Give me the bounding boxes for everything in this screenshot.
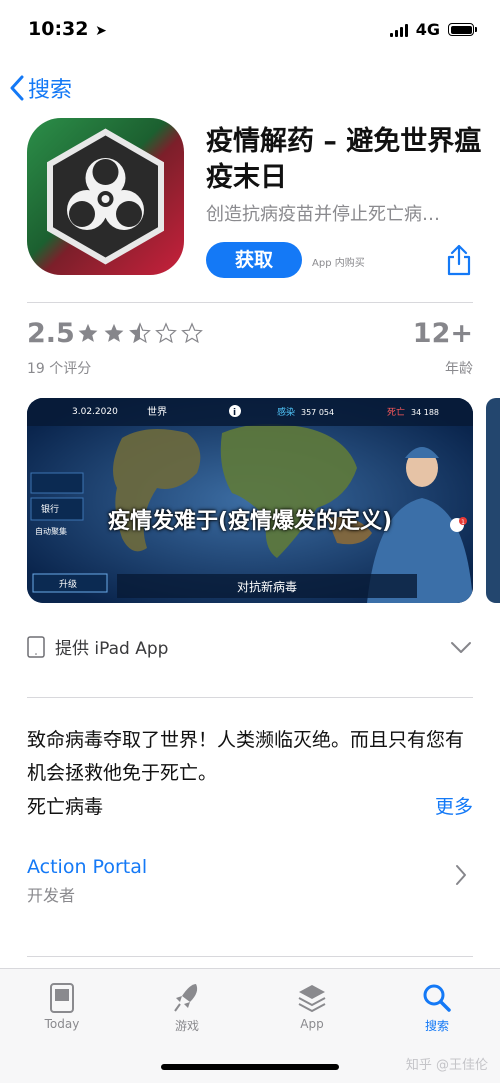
- divider: [27, 302, 473, 303]
- divider: [27, 697, 473, 698]
- today-icon: [50, 983, 74, 1013]
- app-icon: [27, 118, 184, 275]
- app-screenshot-next[interactable]: [486, 398, 500, 603]
- tab-games[interactable]: 游戏: [137, 979, 237, 1034]
- chevron-down-icon: [451, 642, 471, 653]
- app-screenshot[interactable]: 3.02.2020 世界 i 感染 357 054 死亡 34 188 银行 自…: [27, 398, 473, 603]
- rating-count: 19 个评分: [27, 361, 92, 377]
- star-empty-icon: [181, 322, 203, 344]
- back-label: 搜索: [28, 78, 73, 103]
- ipad-app-label: 提供 iPad App: [55, 639, 169, 659]
- status-time: 10:32 ➤: [28, 18, 107, 40]
- chevron-right-icon: [456, 865, 466, 885]
- tab-apps[interactable]: App: [262, 979, 362, 1031]
- battery-icon: [448, 23, 477, 36]
- app-title: 疫情解药 – 避免世界瘟疫末日: [206, 126, 482, 193]
- age-rating: 12+: [412, 318, 473, 349]
- divider: [27, 956, 473, 957]
- star-full-icon: [104, 323, 124, 342]
- ipad-icon: [27, 635, 45, 658]
- search-icon: [423, 984, 451, 1012]
- world-label: 世界: [147, 406, 167, 418]
- tab-search[interactable]: 搜索: [387, 979, 487, 1034]
- rocket-icon: [174, 984, 198, 1012]
- signal-icon: [389, 23, 408, 37]
- app-subtitle: 创造抗病疫苗并停止死亡病…: [206, 204, 440, 225]
- rating-stars: [77, 322, 203, 344]
- back-button[interactable]: 搜索: [10, 72, 72, 104]
- star-half-icon: [129, 322, 151, 344]
- star-full-icon: [78, 323, 98, 342]
- overlay-caption: 疫情发难于(疫情爆发的定义): [107, 509, 393, 534]
- tab-today[interactable]: Today: [12, 979, 112, 1031]
- infected-value: 357 054: [301, 408, 334, 417]
- screenshot-caption: 对抗新病毒: [237, 579, 297, 594]
- age-label: 年龄: [445, 361, 473, 377]
- get-button[interactable]: 获取: [206, 242, 302, 278]
- tab-apps-label: App: [300, 1017, 324, 1031]
- developer-label: 开发者: [27, 886, 76, 905]
- dead-label: 死亡: [387, 406, 405, 418]
- expand-button[interactable]: [450, 640, 472, 659]
- home-indicator[interactable]: [161, 1064, 339, 1070]
- game-date: 3.02.2020: [72, 407, 118, 417]
- tab-games-label: 游戏: [174, 1019, 199, 1033]
- share-icon: [447, 244, 471, 276]
- layers-icon: [298, 985, 326, 1013]
- location-arrow-icon: ➤: [95, 23, 107, 39]
- chevron-left-icon: [10, 75, 24, 101]
- upgrade-label: 升级: [59, 578, 77, 590]
- infected-label: 感染: [277, 406, 295, 418]
- svg-text:i: i: [233, 408, 236, 418]
- dead-value: 34 188: [411, 408, 439, 417]
- notification-badge: 1: [461, 519, 465, 526]
- rating-score: 2.5: [27, 318, 75, 349]
- network-label: 4G: [415, 20, 440, 39]
- app-description: 致命病毒夺取了世界！人类濒临灭绝。而且只有您有机会拯救他免于死亡。: [27, 729, 465, 784]
- more-link[interactable]: 更多: [435, 792, 473, 819]
- share-button[interactable]: [446, 244, 472, 280]
- bank-label: 银行: [41, 503, 59, 515]
- tab-today-label: Today: [44, 1017, 80, 1031]
- developer-link[interactable]: Action Portal: [27, 856, 147, 878]
- watermark: 知乎 @王佳伦: [405, 1058, 488, 1073]
- tab-search-label: 搜索: [424, 1019, 449, 1033]
- star-empty-icon: [155, 322, 177, 344]
- description-developer: 死亡病毒: [27, 796, 104, 818]
- ipad-app-row[interactable]: 提供 iPad App: [27, 634, 168, 659]
- developer-chevron[interactable]: [455, 864, 467, 890]
- in-app-purchase-label: App 内购买: [312, 258, 365, 269]
- status-indicators: 4G: [389, 20, 477, 39]
